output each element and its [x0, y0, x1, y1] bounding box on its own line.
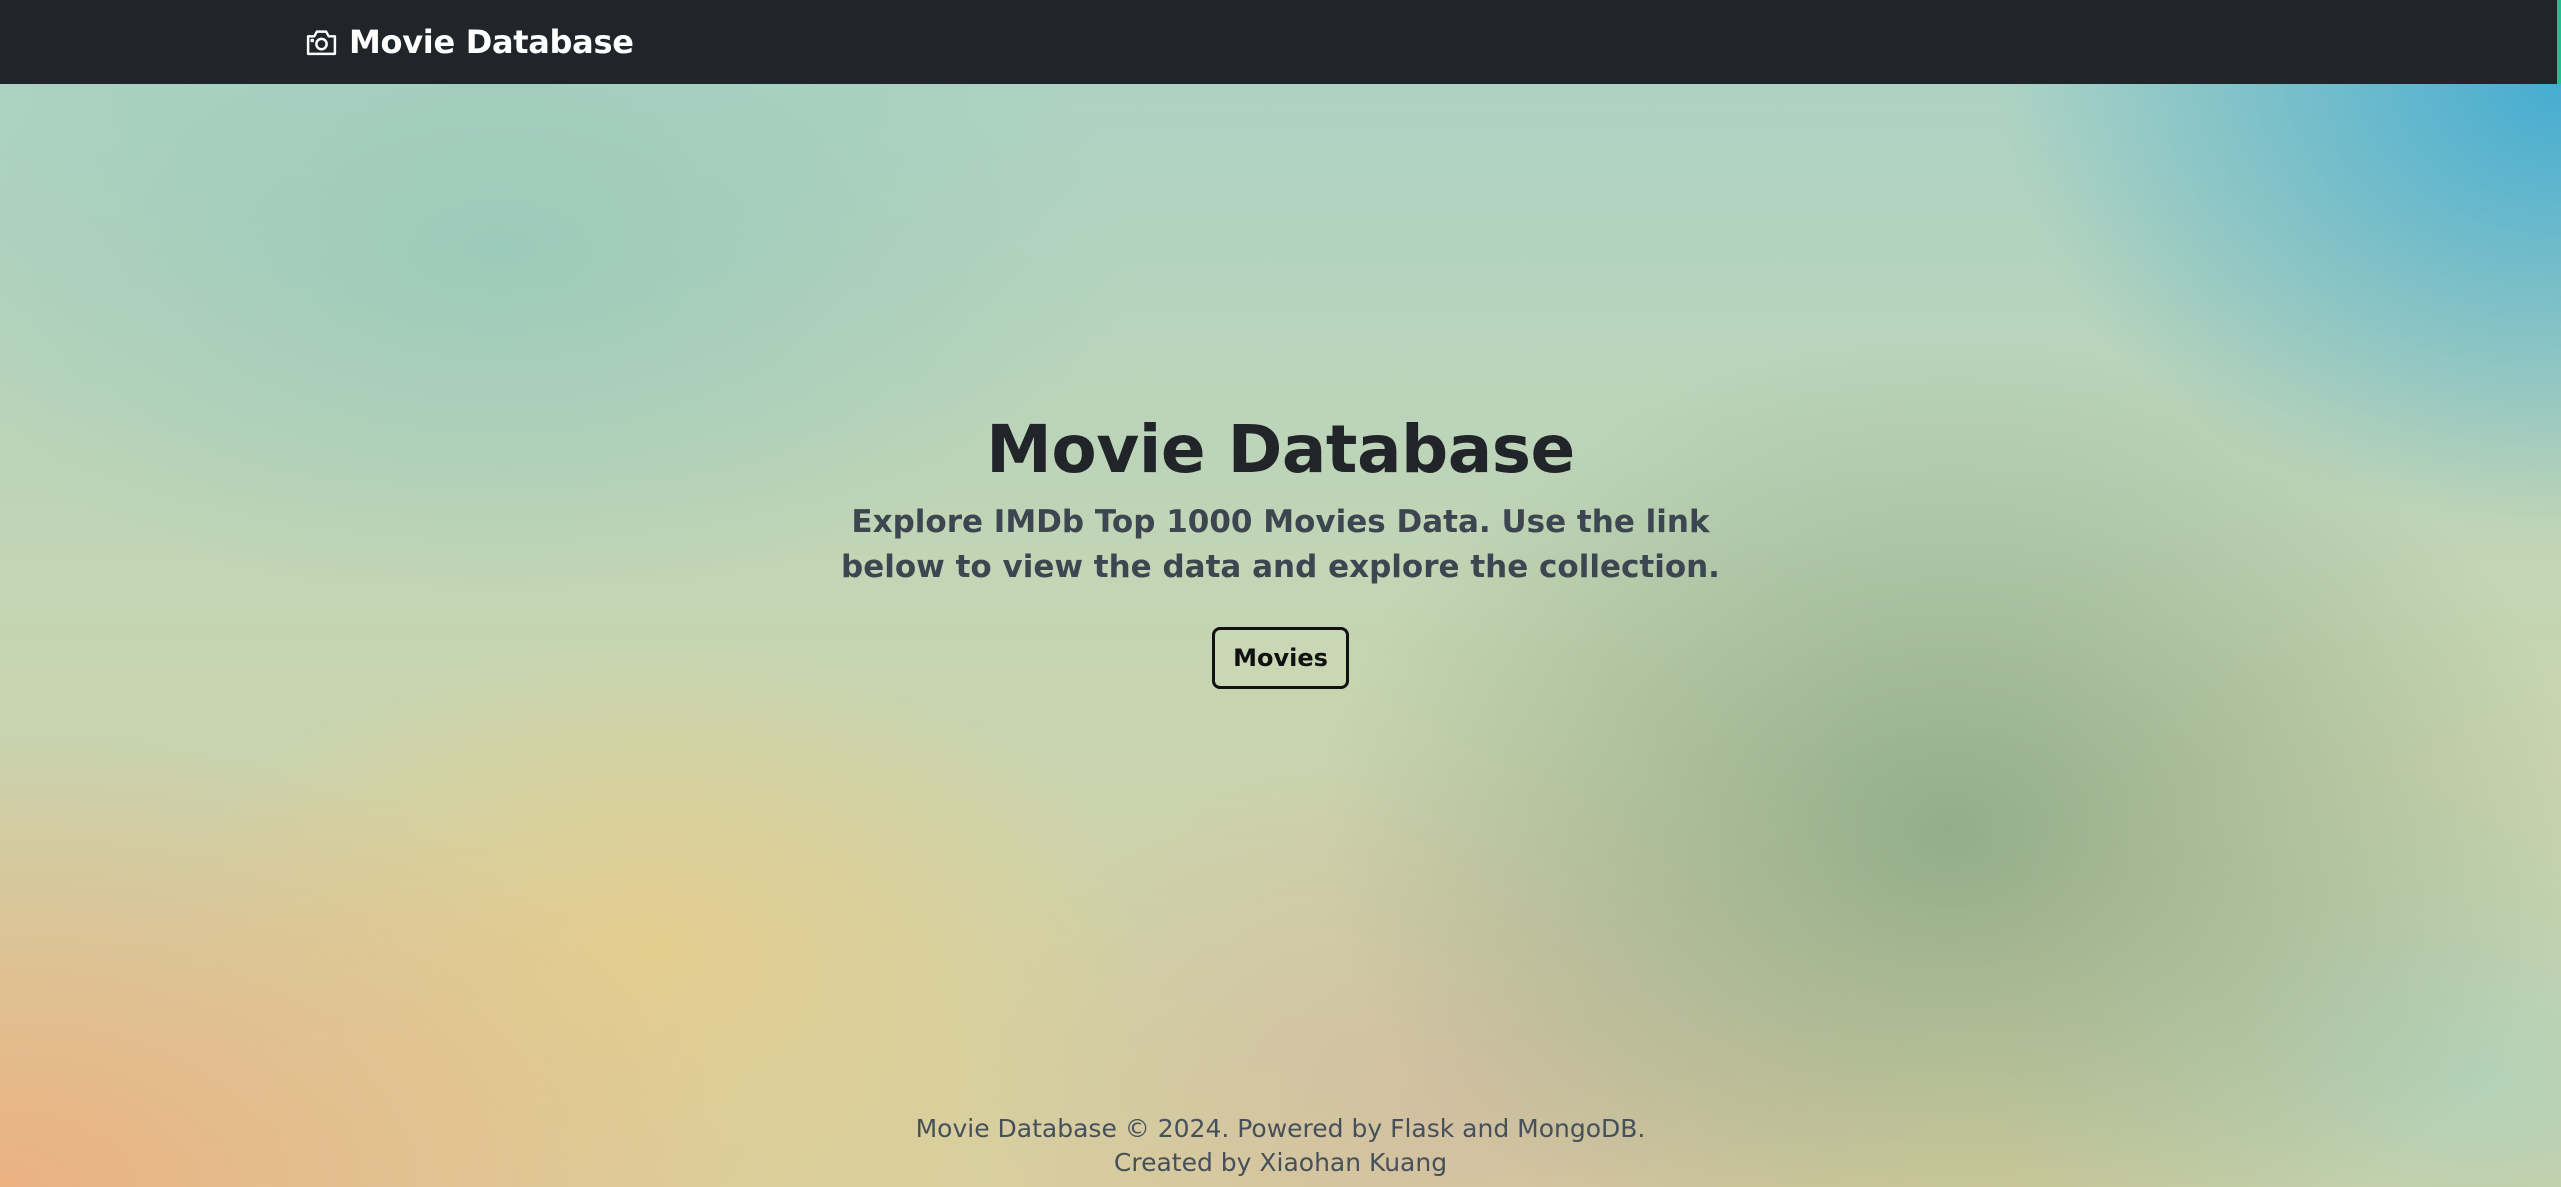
camera-icon — [305, 28, 349, 57]
footer-credit: Created by Xiaohan Kuang — [1113, 1148, 1448, 1177]
hero-section: Movie Database Explore IMDb Top 1000 Mov… — [0, 400, 2561, 689]
footer: Movie Database © 2024. Powered by Flask … — [0, 1112, 2561, 1180]
footer-copyright: Movie Database © 2024. Powered by Flask … — [915, 1114, 1646, 1143]
movies-button[interactable]: Movies — [1212, 627, 1349, 689]
hero-title: Movie Database — [986, 411, 1575, 488]
hero-lead-text: Explore IMDb Top 1000 Movies Data. Use t… — [841, 504, 1720, 585]
navbar: Movie Database — [0, 0, 2561, 84]
navbar-brand[interactable]: Movie Database — [305, 0, 634, 84]
brand-label: Movie Database — [349, 23, 634, 61]
